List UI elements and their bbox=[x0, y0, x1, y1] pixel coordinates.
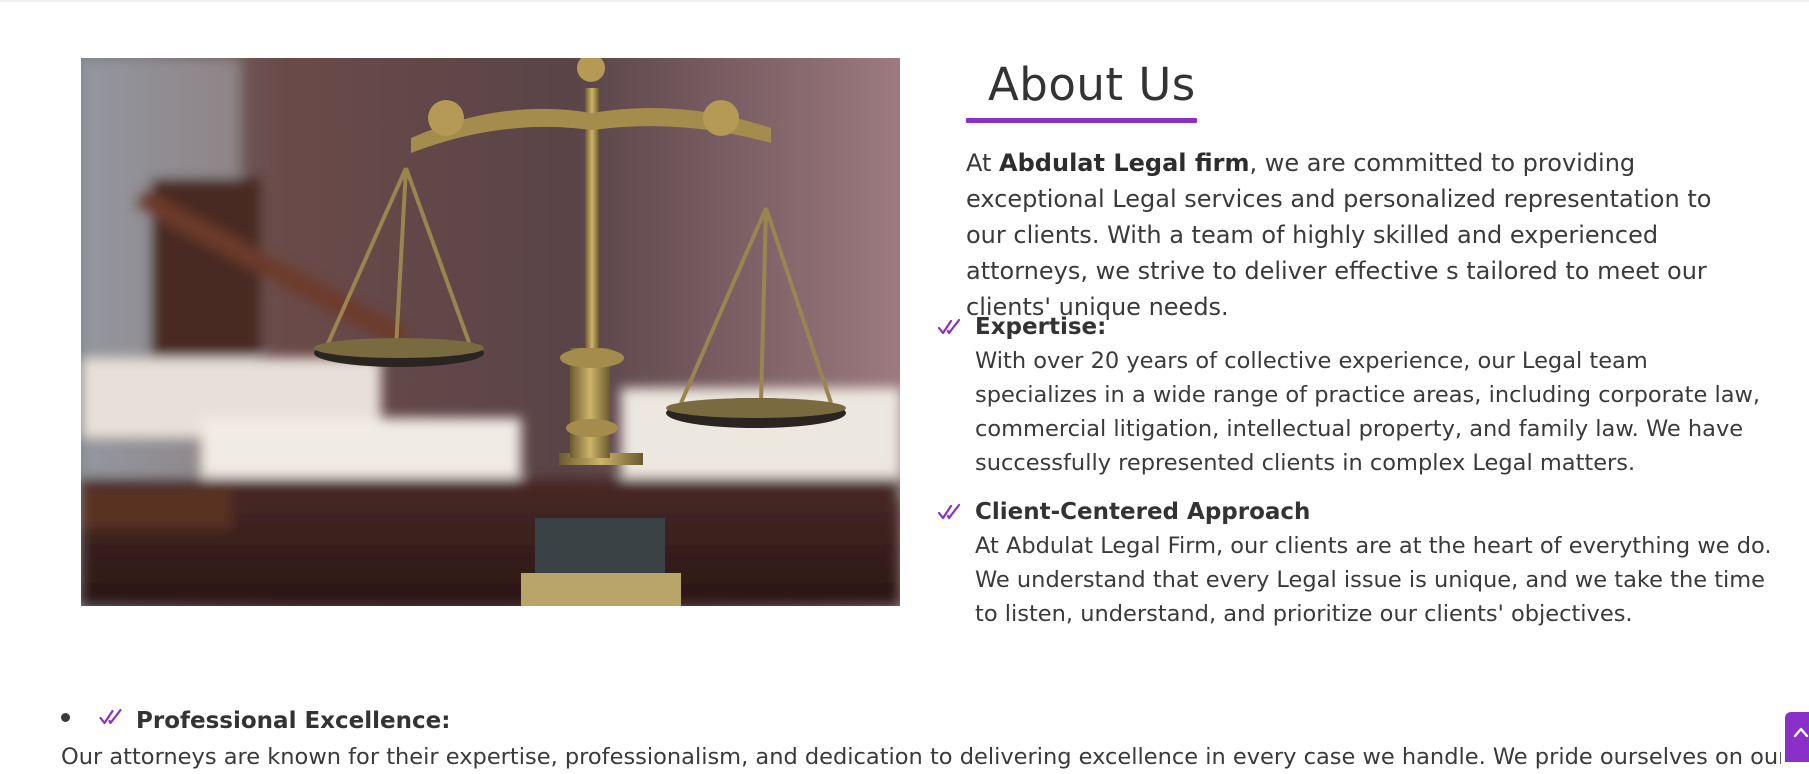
double-check-icon bbox=[938, 503, 961, 520]
feature-title: Expertise: bbox=[975, 314, 1107, 340]
about-intro: At Abdulat Legal firm, we are committed … bbox=[966, 145, 1746, 325]
professional-excellence-title: Professional Excellence: bbox=[136, 708, 451, 734]
feature-text: With over 20 years of collective experie… bbox=[975, 348, 1761, 476]
page-title: About Us bbox=[988, 58, 1196, 111]
firm-name: Abdulat Legal firm bbox=[999, 149, 1250, 177]
title-underline bbox=[966, 118, 1197, 123]
double-check-icon bbox=[99, 708, 122, 725]
scroll-to-top-button[interactable] bbox=[1785, 712, 1809, 762]
double-check-icon bbox=[938, 318, 961, 335]
feature-text: At Abdulat Legal Firm, our clients are a… bbox=[975, 533, 1772, 627]
intro-prefix: At bbox=[966, 149, 1000, 177]
about-heading: About Us bbox=[966, 58, 1198, 123]
professional-excellence-text: Our attorneys are known for their expert… bbox=[61, 744, 1781, 770]
scales-of-justice-image bbox=[81, 58, 900, 606]
list-bullet bbox=[61, 713, 70, 722]
top-border bbox=[0, 0, 1809, 2]
feature-title: Client-Centered Approach bbox=[975, 499, 1311, 525]
chevron-up-icon bbox=[1793, 727, 1809, 738]
